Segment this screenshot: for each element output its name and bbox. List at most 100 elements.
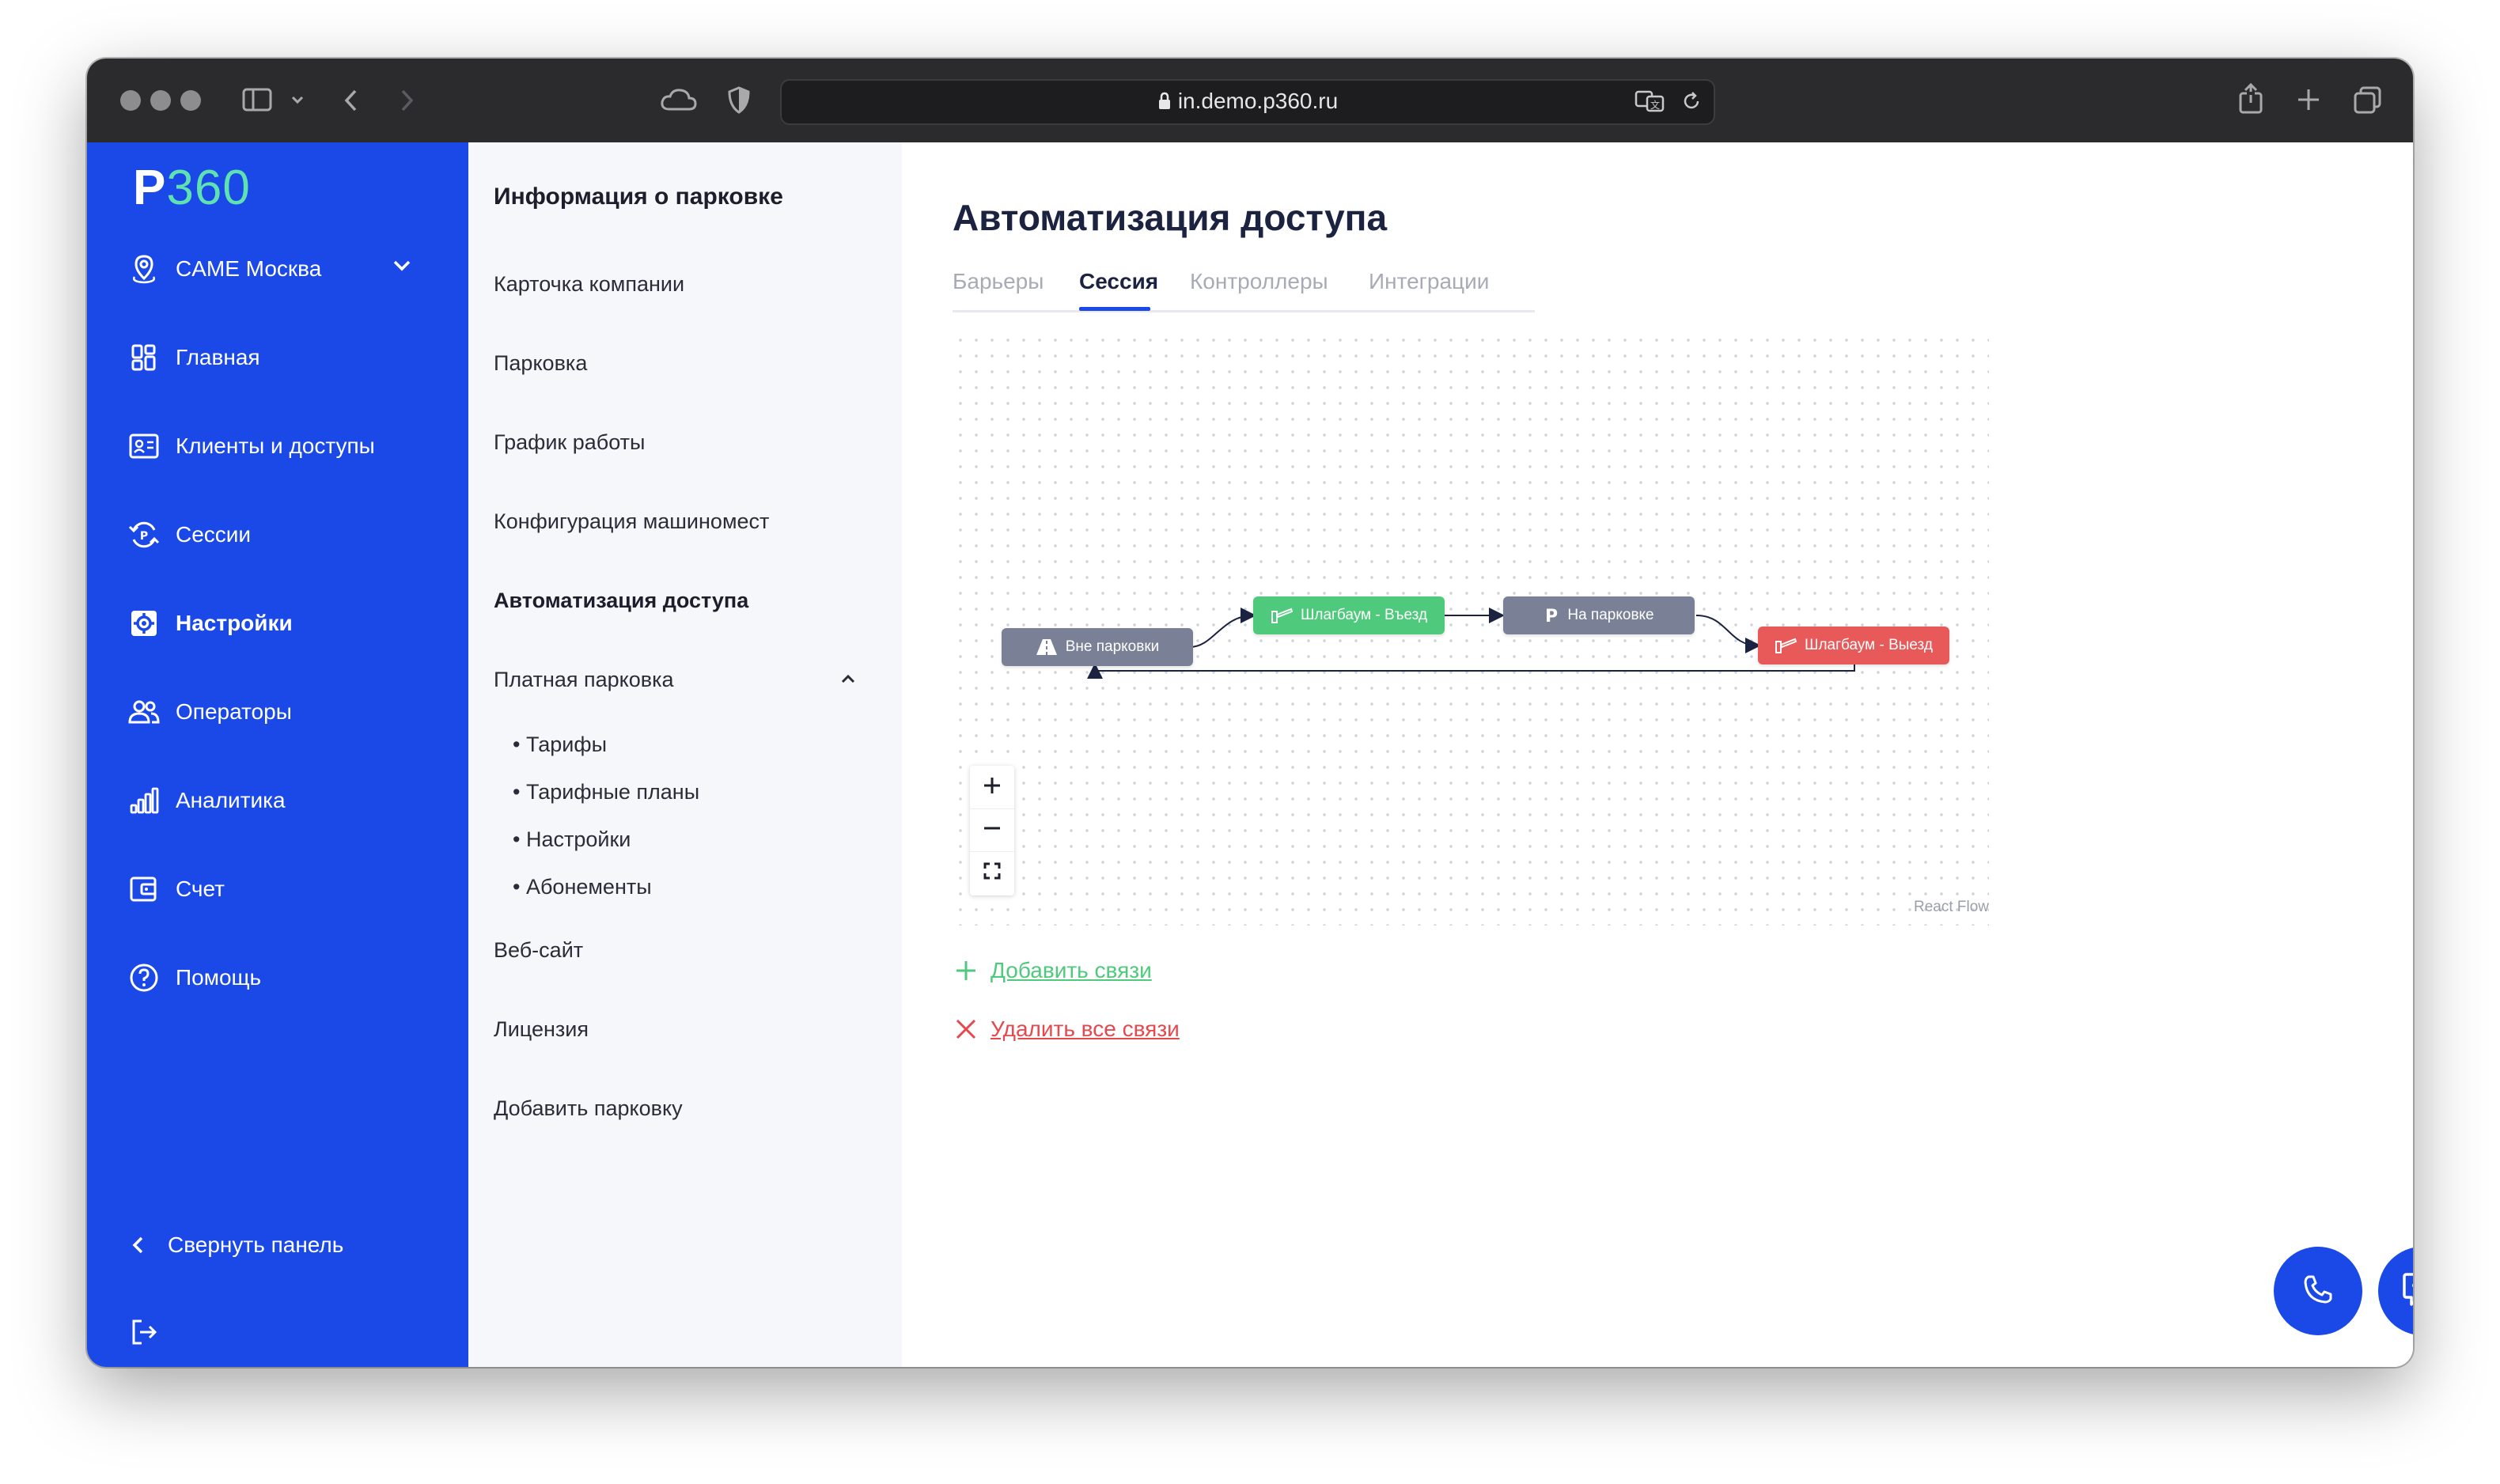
- sidebar-toggle-icon[interactable]: [242, 87, 274, 117]
- submenu-item-company-card[interactable]: Карточка компании: [494, 272, 684, 297]
- browser-toolbar: in.demo.p360.ru 文: [87, 59, 2413, 144]
- barrier-icon: [1271, 607, 1293, 624]
- location-selector[interactable]: CAME Москва: [127, 245, 443, 293]
- sidebar-item-account[interactable]: Счет: [127, 865, 225, 913]
- tab-barriers[interactable]: Барьеры: [953, 269, 1044, 294]
- submenu-item-add-parking[interactable]: Добавить парковку: [494, 1096, 683, 1121]
- share-icon[interactable]: [2237, 82, 2264, 119]
- node-outside-parking[interactable]: Вне парковки: [1002, 628, 1193, 666]
- chat-button[interactable]: [2378, 1247, 2413, 1335]
- node-label: На парковке: [1567, 607, 1654, 623]
- chevron-down-icon[interactable]: [290, 92, 305, 111]
- delete-all-links-button[interactable]: Удалить все связи: [953, 1016, 1180, 1043]
- node-label: Шлагбаум - Въезд: [1300, 607, 1428, 623]
- node-barrier-exit[interactable]: Шлагбаум - Выезд: [1758, 627, 1949, 664]
- logo-number: 360: [166, 161, 251, 215]
- submenu-sub-tariffs[interactable]: • Тарифы: [513, 733, 607, 757]
- logout-button[interactable]: [127, 1308, 176, 1356]
- sidebar-item-analytics[interactable]: Аналитика: [127, 777, 286, 824]
- dashboard-icon: [127, 340, 161, 375]
- sidebar-item-sessions[interactable]: P Сессии: [127, 511, 251, 558]
- submenu-sub-tariff-plans[interactable]: • Тарифные планы: [513, 780, 699, 804]
- translate-icon[interactable]: 文: [1634, 89, 1666, 117]
- submenu-item-paid-parking[interactable]: Платная парковка: [494, 668, 858, 692]
- tab-session[interactable]: Сессия: [1079, 269, 1158, 294]
- tabs: Барьеры Сессия Контроллеры Интеграции: [953, 269, 1535, 312]
- react-flow-attribution[interactable]: React Flow: [1914, 899, 1989, 916]
- close-icon: [953, 1016, 979, 1043]
- tab-overview-icon[interactable]: [2353, 85, 2383, 119]
- edge-outside-to-entry: [1189, 608, 1256, 648]
- submenu-title: Информация о парковке: [494, 184, 783, 210]
- sidebar-item-settings[interactable]: Настройки: [127, 600, 293, 647]
- sidebar-item-label: Операторы: [176, 699, 292, 724]
- back-icon[interactable]: [342, 87, 361, 117]
- sidebar-item-help[interactable]: Помощь: [127, 954, 261, 1001]
- id-card-icon: [127, 429, 161, 464]
- sidebar-item-label: Настройки: [176, 611, 293, 635]
- sidebar-item-label: Аналитика: [176, 788, 286, 812]
- plus-icon: [982, 775, 1002, 800]
- road-icon: [1036, 638, 1058, 656]
- add-links-button[interactable]: Добавить связи: [953, 957, 1152, 984]
- close-window-button[interactable]: [120, 90, 141, 111]
- sidebar-item-label: Клиенты и доступы: [176, 433, 375, 458]
- minimize-window-button[interactable]: [150, 90, 171, 111]
- submenu-item-access-automation[interactable]: Автоматизация доступа: [494, 589, 748, 613]
- flow-controls: [970, 766, 1014, 895]
- active-tab-indicator: [1079, 307, 1150, 311]
- zoom-window-button[interactable]: [180, 90, 201, 111]
- logo[interactable]: P360: [133, 160, 251, 216]
- phone-icon: [2301, 1272, 2335, 1311]
- new-tab-icon[interactable]: [2296, 87, 2321, 115]
- submenu-item-license[interactable]: Лицензия: [494, 1017, 589, 1042]
- lock-icon: [1157, 91, 1172, 116]
- submenu-sub-subscriptions[interactable]: • Абонементы: [513, 875, 652, 899]
- address-bar[interactable]: in.demo.p360.ru 文: [780, 79, 1715, 125]
- edge-exit-to-outside: [1087, 663, 1855, 679]
- chat-icon: [2402, 1271, 2413, 1312]
- submenu-item-spaces-config[interactable]: Конфигурация машиномест: [494, 509, 769, 534]
- collapse-panel-button[interactable]: Свернуть панель: [127, 1221, 343, 1269]
- call-button[interactable]: [2274, 1247, 2362, 1335]
- flow-canvas[interactable]: Вне парковки Шлагбаум - Въезд P На парко…: [953, 332, 1989, 926]
- delete-all-links-label: Удалить все связи: [991, 1016, 1180, 1041]
- zoom-out-button[interactable]: [970, 808, 1014, 852]
- help-icon: [127, 960, 161, 995]
- collapse-panel-label: Свернуть панель: [168, 1232, 344, 1257]
- reload-icon[interactable]: [1680, 90, 1703, 115]
- settings-submenu: Информация о парковке Карточка компании …: [468, 142, 902, 1367]
- shield-icon[interactable]: [726, 85, 752, 119]
- submenu-item-parking[interactable]: Парковка: [494, 351, 587, 376]
- chevron-down-icon: [391, 255, 413, 281]
- sidebar-item-label: Главная: [176, 345, 260, 369]
- fit-view-button[interactable]: [970, 851, 1014, 894]
- node-on-parking[interactable]: P На парковке: [1503, 596, 1695, 634]
- node-barrier-entry[interactable]: Шлагбаум - Въезд: [1253, 596, 1445, 634]
- tab-integrations[interactable]: Интеграции: [1369, 269, 1489, 294]
- main-content: Автоматизация доступа Барьеры Сессия Кон…: [902, 142, 2413, 1367]
- svg-text:P: P: [1545, 607, 1558, 624]
- zoom-in-button[interactable]: [970, 766, 1014, 809]
- sidebar-item-label: Сессии: [176, 522, 252, 547]
- submenu-sub-settings[interactable]: • Настройки: [513, 827, 631, 852]
- edge-parked-to-exit: [1695, 615, 1761, 653]
- forward-icon[interactable]: [397, 87, 416, 117]
- submenu-item-website[interactable]: Веб-сайт: [494, 938, 583, 963]
- cloud-icon[interactable]: [660, 87, 698, 117]
- tab-controllers[interactable]: Контроллеры: [1190, 269, 1328, 294]
- sidebar-item-label: Счет: [176, 876, 225, 901]
- url-text[interactable]: in.demo.p360.ru: [782, 89, 1714, 116]
- submenu-item-schedule[interactable]: График работы: [494, 430, 645, 455]
- fit-view-icon: [983, 861, 1002, 884]
- sidebar-item-operators[interactable]: Операторы: [127, 688, 292, 736]
- sidebar-item-home[interactable]: Главная: [127, 334, 260, 381]
- sidebar-item-clients[interactable]: Клиенты и доступы: [127, 422, 375, 470]
- node-label: Шлагбаум - Выезд: [1805, 637, 1933, 653]
- logout-icon: [127, 1315, 161, 1350]
- plus-icon: [953, 957, 979, 984]
- parking-icon: P: [1544, 607, 1559, 624]
- sidebar-item-label: Помощь: [176, 965, 262, 990]
- sidebar: P360 CAME Москва Главная Клиенты и досту…: [87, 142, 468, 1367]
- logo-letter: P: [133, 161, 167, 215]
